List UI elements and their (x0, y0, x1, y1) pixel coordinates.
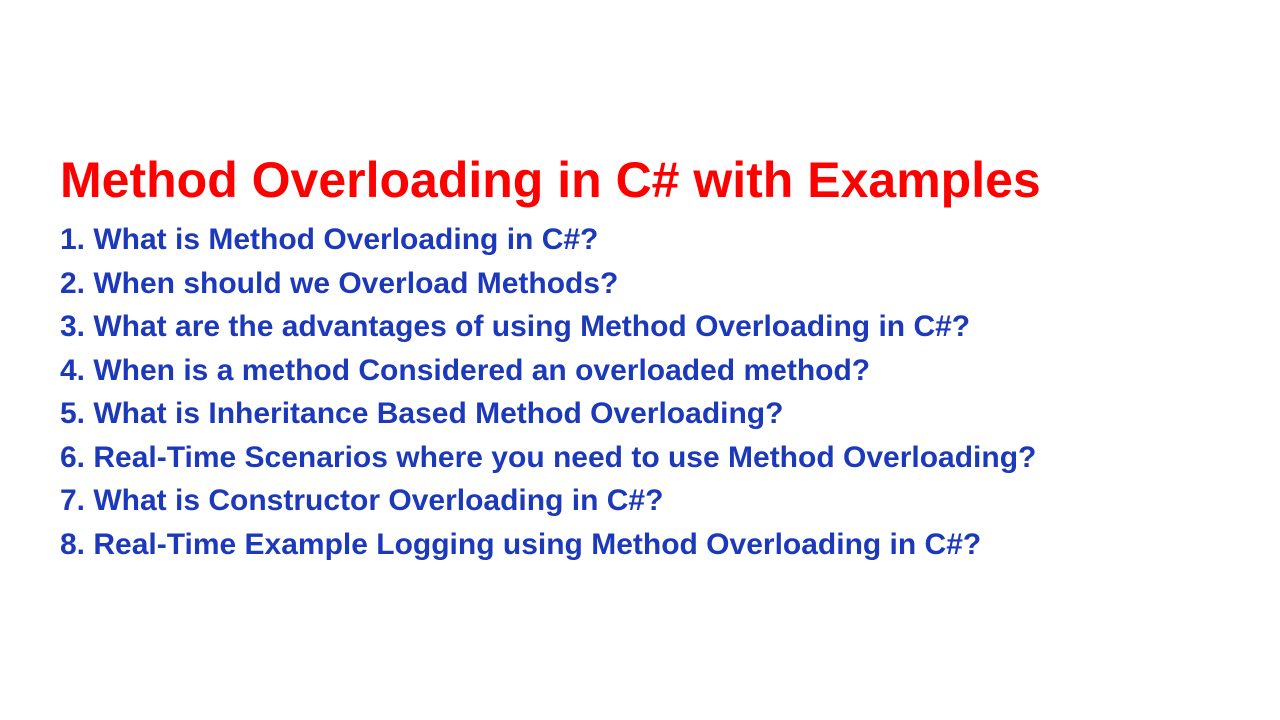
topic-list: 1. What is Method Overloading in C#? 2. … (60, 218, 1220, 566)
list-item: 6. Real-Time Scenarios where you need to… (60, 436, 1220, 480)
list-item: 5. What is Inheritance Based Method Over… (60, 392, 1220, 436)
list-item: 4. When is a method Considered an overlo… (60, 349, 1220, 393)
list-item: 2. When should we Overload Methods? (60, 262, 1220, 306)
list-item: 3. What are the advantages of using Meth… (60, 305, 1220, 349)
list-item: 1. What is Method Overloading in C#? (60, 218, 1220, 262)
page-title: Method Overloading in C# with Examples (60, 150, 1220, 210)
list-item: 8. Real-Time Example Logging using Metho… (60, 523, 1220, 567)
list-item: 7. What is Constructor Overloading in C#… (60, 479, 1220, 523)
